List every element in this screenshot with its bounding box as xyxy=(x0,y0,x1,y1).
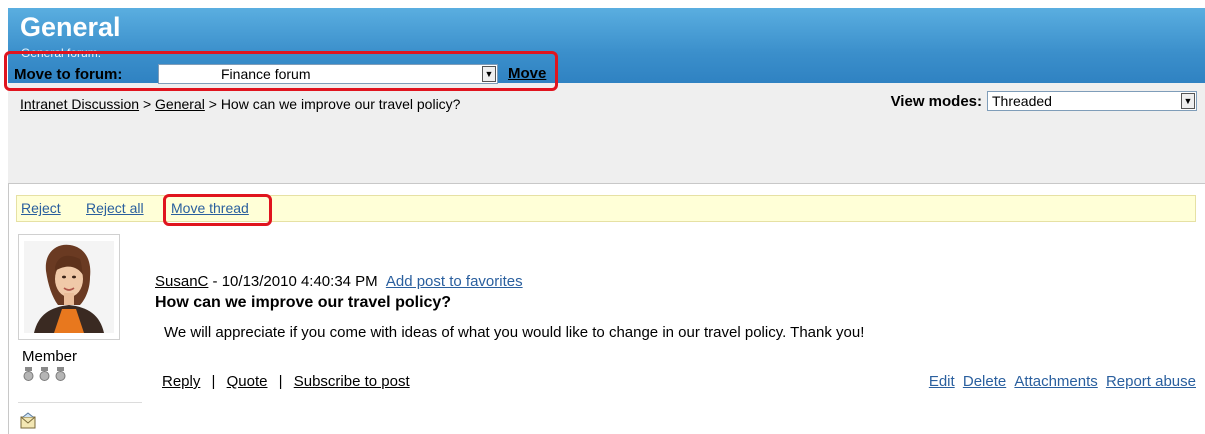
avatar[interactable] xyxy=(24,241,114,333)
meta-separator: - xyxy=(208,273,222,290)
subscribe-link[interactable]: Subscribe to post xyxy=(294,373,410,390)
dropdown-arrow-icon[interactable]: ▼ xyxy=(1181,93,1195,109)
view-modes-label: View modes: xyxy=(890,92,982,110)
report-abuse-link[interactable]: Report abuse xyxy=(1106,373,1196,390)
post-author-link[interactable]: SusanC xyxy=(155,273,208,290)
move-to-forum-select[interactable]: Finance forum ▼ xyxy=(158,64,498,84)
medal-icon xyxy=(55,367,66,381)
breadcrumb: Intranet Discussion > General > How can … xyxy=(20,96,460,112)
add-to-favorites-link[interactable]: Add post to favorites xyxy=(386,273,523,290)
post-admin-actions: Edit Delete Attachments Report abuse xyxy=(925,373,1196,390)
post-meta: SusanC - 10/13/2010 4:40:34 PM Add post … xyxy=(155,273,523,290)
avatar-frame xyxy=(18,234,120,340)
attachments-link[interactable]: Attachments xyxy=(1014,373,1097,390)
post-timestamp: 10/13/2010 4:40:34 PM xyxy=(221,273,378,290)
post-title: How can we improve our travel policy? xyxy=(155,294,452,311)
medal-icon xyxy=(39,367,50,381)
delete-link[interactable]: Delete xyxy=(963,373,1006,390)
move-thread-highlight xyxy=(163,194,272,226)
action-separator: | xyxy=(211,373,216,390)
reject-all-link[interactable]: Reject all xyxy=(86,200,144,216)
view-modes-selected: Threaded xyxy=(992,93,1052,109)
move-to-forum-label: Move to forum: xyxy=(14,66,123,83)
reply-link[interactable]: Reply xyxy=(162,373,200,390)
breadcrumb-separator: > xyxy=(142,96,152,112)
send-message-icon[interactable] xyxy=(19,412,37,430)
quote-link[interactable]: Quote xyxy=(227,373,268,390)
breadcrumb-link-general[interactable]: General xyxy=(155,96,205,112)
move-to-forum-selected: Finance forum xyxy=(221,66,311,82)
breadcrumb-separator: > xyxy=(208,96,217,112)
reject-link[interactable]: Reject xyxy=(21,200,61,216)
move-button[interactable]: Move xyxy=(508,65,546,82)
dropdown-arrow-icon[interactable]: ▼ xyxy=(482,66,496,82)
post-actions: Reply | Quote | Subscribe to post xyxy=(162,373,410,390)
edit-link[interactable]: Edit xyxy=(929,373,955,390)
breadcrumb-link-intranet-discussion[interactable]: Intranet Discussion xyxy=(20,96,139,112)
breadcrumb-current: How can we improve our travel policy? xyxy=(220,96,461,112)
user-rank: Member xyxy=(22,348,78,365)
rank-medals xyxy=(22,367,67,381)
forum-title: General xyxy=(20,12,121,42)
avatar-image xyxy=(24,241,114,333)
forum-toolbar: Intranet Discussion > General > How can … xyxy=(8,83,1205,184)
view-modes: View modes: Threaded ▼ xyxy=(891,91,1197,111)
sidebar-divider xyxy=(18,402,142,403)
view-modes-select[interactable]: Threaded ▼ xyxy=(987,91,1197,111)
action-separator: | xyxy=(278,373,283,390)
post-body: We will appreciate if you come with idea… xyxy=(164,324,865,341)
medal-icon xyxy=(23,367,34,381)
